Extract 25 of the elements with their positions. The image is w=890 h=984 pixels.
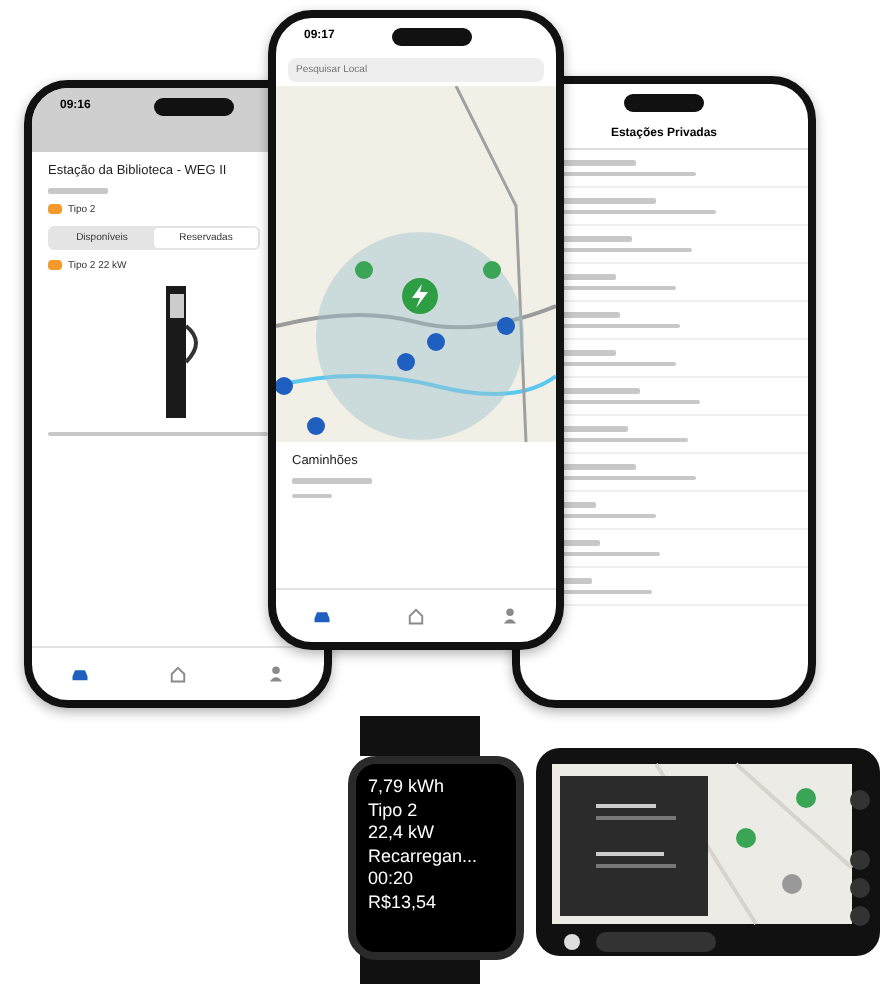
house-icon[interactable] — [167, 664, 188, 684]
watch-reading: Tipo 2 — [368, 799, 420, 820]
plug-icon — [48, 260, 62, 270]
watch-reading: 7,79 kWh — [368, 776, 447, 797]
map-pin-icon[interactable] — [483, 261, 501, 279]
person-icon[interactable] — [499, 606, 520, 626]
watch-reading: 00:20 — [368, 868, 416, 889]
watch-reading: Recarregan... — [368, 845, 480, 866]
car-icon[interactable] — [312, 606, 333, 626]
person-icon[interactable] — [265, 664, 286, 684]
map-pin-icon[interactable] — [355, 261, 373, 279]
map-pin-icon[interactable] — [307, 417, 325, 435]
camera-notch — [624, 93, 704, 111]
map-pin-icon[interactable] — [397, 353, 415, 371]
watch-reading: R$13,54 — [368, 891, 439, 912]
map-pin-icon[interactable] — [276, 377, 293, 395]
watch-reading: 22,4 kW — [368, 822, 437, 843]
map-pin-icon[interactable] — [427, 333, 445, 351]
plug-icon — [48, 204, 62, 214]
camera-notch — [391, 27, 472, 45]
house-icon[interactable] — [405, 606, 426, 626]
camera-notch — [153, 97, 234, 115]
map-pin-icon[interactable] — [497, 317, 515, 335]
car-icon[interactable] — [70, 664, 91, 684]
charger-pin-icon[interactable] — [402, 278, 438, 314]
